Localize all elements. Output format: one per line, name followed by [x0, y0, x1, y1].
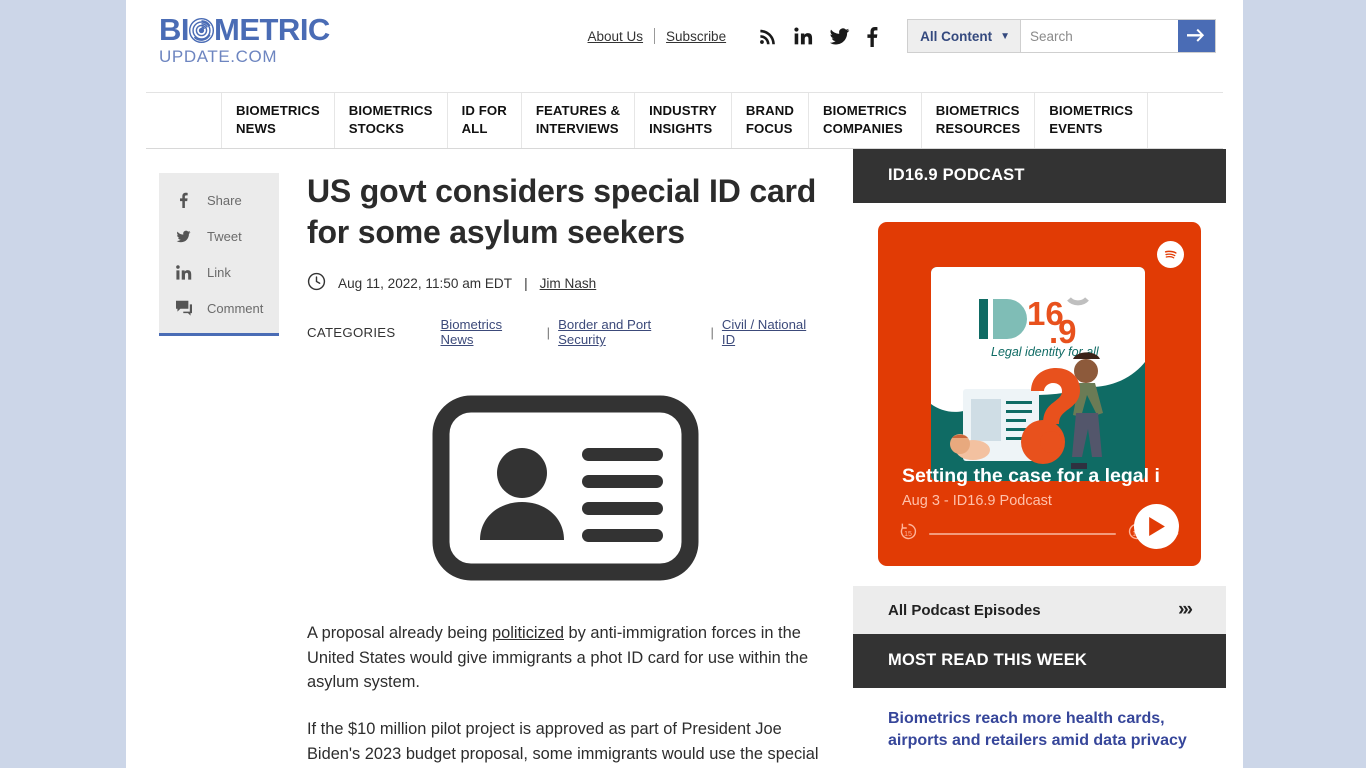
chevron-down-icon: ▼ — [1000, 30, 1010, 42]
nav-item-industry-insights[interactable]: INDUSTRY INSIGHTS — [634, 93, 731, 148]
share-linkedin-button[interactable]: Link — [159, 254, 279, 290]
article-date: Aug 11, 2022, 11:50 am EDT — [338, 275, 513, 291]
article-paragraph-1: A proposal already being politicized by … — [307, 621, 823, 695]
paragraph-text-before: A proposal already being — [307, 624, 492, 643]
search-input[interactable] — [1021, 20, 1178, 52]
most-read-heading: MOST READ THIS WEEK — [853, 634, 1226, 688]
share-label: Link — [207, 264, 231, 280]
most-read-item[interactable]: Biometrics reach more health cards, airp… — [888, 708, 1191, 751]
article-categories: CATEGORIES Biometrics News | Border and … — [307, 317, 823, 347]
share-box: Share Tweet Link Comment — [159, 173, 279, 336]
most-read-list: Biometrics reach more health cards, airp… — [853, 688, 1226, 751]
nav-item-brand-focus[interactable]: BRAND FOCUS — [730, 93, 808, 148]
all-episodes-label: All Podcast Episodes — [888, 601, 1041, 619]
article-hero-image — [307, 395, 823, 581]
article-main: US govt considers special ID card for so… — [278, 149, 853, 766]
nav-item-biometrics-companies[interactable]: BIOMETRICS COMPANIES — [807, 93, 921, 148]
site-page: BI METRIC UPDATE.COM About Us Subscribe … — [126, 0, 1243, 768]
link-about-us[interactable]: About Us — [579, 29, 653, 44]
podcast-episode-title[interactable]: Setting the case for a legal i — [902, 465, 1201, 488]
link-subscribe[interactable]: Subscribe — [657, 29, 735, 44]
search-filter-label: All Content — [920, 28, 993, 44]
sidebar: ID16.9 PODCAST 16 .9 Legal identity for … — [853, 149, 1226, 766]
rss-icon[interactable] — [758, 27, 777, 46]
linkedin-icon — [173, 264, 194, 281]
article-byline: Aug 11, 2022, 11:50 am EDT | Jim Nash — [307, 272, 823, 294]
rewind-15-icon[interactable]: 15 — [898, 521, 919, 547]
category-link-biometrics-news[interactable]: Biometrics News — [441, 317, 539, 347]
twitter-icon[interactable] — [829, 26, 850, 47]
content-area: Share Tweet Link Comment US govt conside… — [126, 149, 1243, 766]
category-separator: | — [710, 324, 714, 340]
search-box: All Content ▼ — [907, 19, 1216, 53]
svg-text:15: 15 — [904, 531, 912, 538]
article-author-link[interactable]: Jim Nash — [540, 276, 597, 291]
share-facebook-button[interactable]: Share — [159, 182, 279, 218]
category-link-civil-national-id[interactable]: Civil / National ID — [722, 317, 823, 347]
byline-separator: | — [524, 275, 528, 291]
nav-item-biometrics-resources[interactable]: BIOMETRICS RESOURCES — [920, 93, 1034, 148]
site-header: BI METRIC UPDATE.COM About Us Subscribe … — [126, 0, 1243, 92]
top-links: About Us Subscribe — [579, 28, 736, 44]
double-chevron-right-icon: »› — [1178, 599, 1193, 620]
nav-item-biometrics-stocks[interactable]: BIOMETRICS STOCKS — [333, 93, 447, 148]
podcast-widget-heading: ID16.9 PODCAST — [853, 149, 1226, 203]
fingerprint-icon — [188, 17, 215, 44]
share-label: Tweet — [207, 228, 242, 244]
site-logo[interactable]: BI METRIC UPDATE.COM — [159, 14, 330, 65]
search-submit-button[interactable] — [1178, 20, 1215, 52]
spotify-icon[interactable] — [1157, 241, 1184, 268]
category-link-border-and-port-security[interactable]: Border and Port Security — [558, 317, 702, 347]
share-label: Share — [207, 192, 242, 208]
share-comment-button[interactable]: Comment — [159, 290, 279, 326]
category-separator: | — [546, 324, 551, 340]
logo-subtext: UPDATE.COM — [159, 47, 278, 66]
podcast-play-button[interactable] — [1134, 504, 1179, 549]
podcast-player-card[interactable]: 16 .9 Legal identity for all Setting the… — [878, 222, 1201, 566]
linkedin-icon[interactable] — [793, 26, 813, 46]
logo-text-bi: BI — [159, 12, 190, 47]
share-label: Comment — [207, 300, 264, 316]
comment-icon — [173, 300, 194, 316]
clock-icon — [307, 272, 326, 294]
share-rail: Share Tweet Link Comment — [126, 149, 279, 766]
paragraph-text: If the $10 million pilot project is appr… — [307, 720, 819, 763]
nav-item-features-interviews[interactable]: FEATURES & INTERVIEWS — [520, 93, 634, 148]
inline-link-politicized[interactable]: politicized — [492, 624, 564, 642]
facebook-icon[interactable] — [866, 26, 878, 47]
podcast-artwork: 16 .9 Legal identity for all — [931, 267, 1145, 481]
facebook-icon — [173, 192, 194, 208]
top-utility-bar: About Us Subscribe All Content ▼ Search — [579, 19, 1216, 53]
all-podcast-episodes-link[interactable]: All Podcast Episodes »› — [853, 586, 1226, 634]
logo-text-metric: METRIC — [214, 12, 330, 47]
social-links — [758, 26, 878, 47]
id-card-illustration — [432, 395, 698, 581]
nav-item-id-for-all[interactable]: ID FOR ALL — [446, 93, 521, 148]
nav-item-biometrics-events[interactable]: BIOMETRICS EVENTS — [1034, 93, 1149, 148]
categories-label: CATEGORIES — [307, 324, 396, 340]
nav-item-biometrics-news[interactable]: BIOMETRICS NEWS — [220, 93, 334, 148]
search-filter-select[interactable]: All Content ▼ — [908, 20, 1021, 52]
podcast-widget-body: 16 .9 Legal identity for all Setting the… — [853, 203, 1226, 586]
podcast-episode-meta: Aug 3 - ID16.9 Podcast — [902, 493, 1052, 509]
article-paragraph-2: If the $10 million pilot project is appr… — [307, 717, 823, 766]
podcast-seek-bar[interactable] — [929, 533, 1117, 535]
main-navigation: BIOMETRICS NEWS BIOMETRICS STOCKS ID FOR… — [146, 92, 1223, 149]
article-headline: US govt considers special ID card for so… — [307, 173, 817, 250]
twitter-icon — [173, 229, 194, 244]
share-twitter-button[interactable]: Tweet — [159, 218, 279, 254]
divider — [654, 28, 656, 44]
